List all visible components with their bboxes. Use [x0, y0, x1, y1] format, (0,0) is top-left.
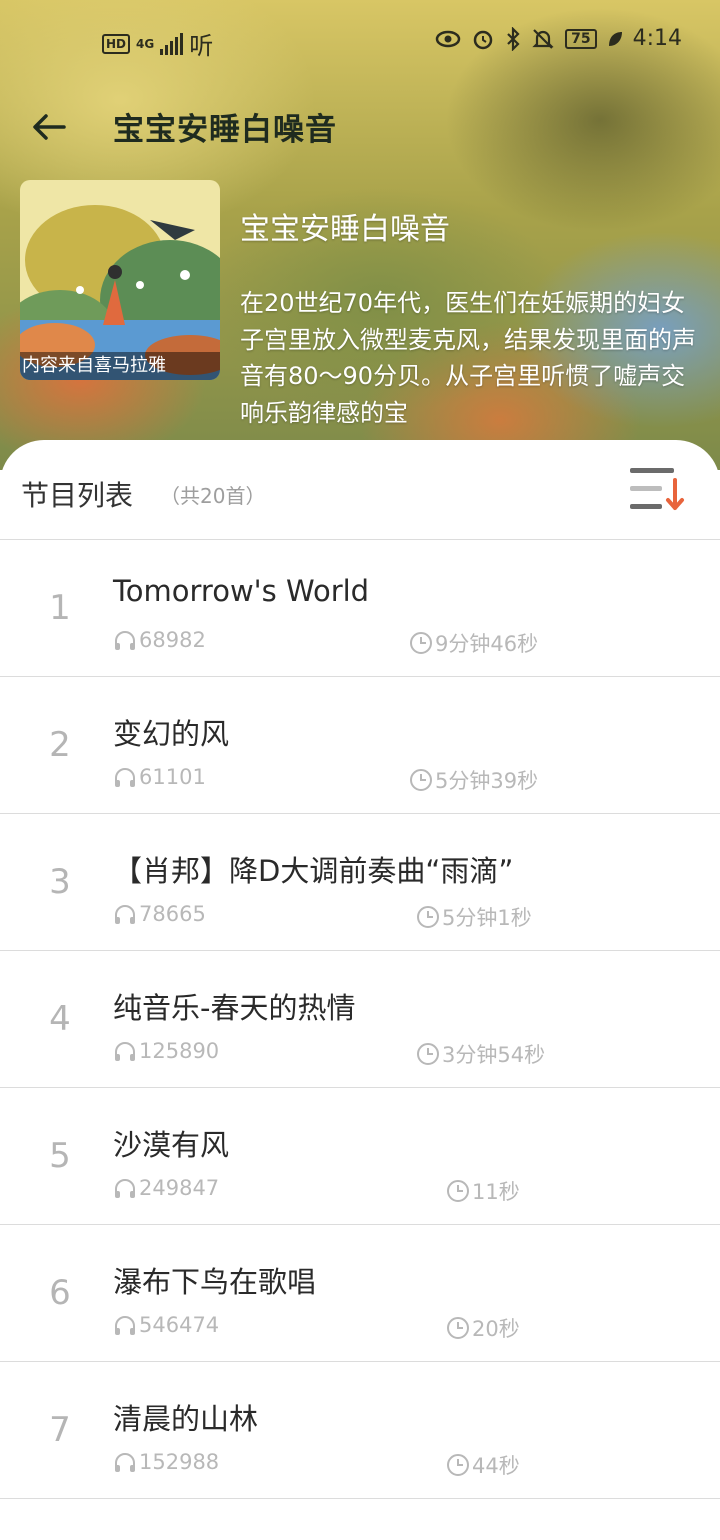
headphones-icon — [115, 1179, 135, 1198]
sort-order-icon[interactable] — [628, 464, 688, 516]
headphones-icon — [115, 905, 135, 924]
clock-icon — [417, 906, 439, 928]
track-title: 变幻的风 — [113, 717, 230, 751]
track-duration: 20秒 — [446, 1313, 520, 1343]
track-title: 纯音乐-春天的热情 — [113, 991, 356, 1025]
hd-badge: HD — [102, 33, 131, 54]
clock-icon — [417, 1043, 439, 1065]
track-row[interactable]: 1 Tomorrow's World 68982 9分钟46秒 — [0, 540, 720, 677]
play-count: 546474 — [113, 1313, 219, 1337]
mute-bell-icon — [532, 28, 554, 49]
track-number: 6 — [49, 1273, 71, 1313]
track-title: 沙漠有风 — [113, 1128, 230, 1162]
track-duration: 11秒 — [446, 1176, 520, 1206]
headphones-icon — [115, 1453, 135, 1472]
headphones-icon — [115, 631, 135, 650]
track-duration: 9分钟46秒 — [409, 628, 538, 658]
alarm-icon — [473, 30, 493, 49]
play-count: 125890 — [113, 1039, 219, 1063]
network-label: 4G — [136, 36, 155, 51]
play-count: 61101 — [113, 765, 206, 789]
eye-icon — [435, 30, 461, 47]
app-tag: 听 — [189, 32, 214, 60]
album-cover[interactable]: 内容来自喜马拉雅 — [20, 180, 220, 380]
clock-time: 4:14 — [632, 26, 682, 51]
duration-value: 5分钟1秒 — [442, 906, 532, 930]
clock-icon — [410, 769, 432, 791]
track-row[interactable]: 6 瀑布下鸟在歌唱 546474 20秒 — [0, 1225, 720, 1362]
track-list-title: 节目列表 — [21, 479, 134, 512]
headphones-icon — [115, 768, 135, 787]
track-title: 清晨的山林 — [113, 1402, 259, 1436]
cover-caption: 内容来自喜马拉雅 — [20, 352, 220, 380]
cover-illustration — [20, 180, 220, 380]
duration-value: 44秒 — [472, 1454, 520, 1478]
track-number: 3 — [49, 862, 71, 902]
duration-value: 9分钟46秒 — [435, 632, 539, 656]
track-row[interactable]: 3 【肖邦】降D大调前奏曲“雨滴” 78665 5分钟1秒 — [0, 814, 720, 951]
nav-bar: 宝宝安睡白噪音 — [0, 92, 720, 162]
track-title: 瀑布下鸟在歌唱 — [113, 1265, 317, 1299]
battery-indicator: 75 — [565, 28, 597, 49]
leaf-icon — [608, 31, 622, 46]
headphones-icon — [115, 1042, 135, 1061]
track-list-header: 节目列表 （共20首） — [0, 440, 720, 540]
clock-icon — [410, 632, 432, 654]
play-count-value: 125890 — [139, 1039, 220, 1063]
duration-value: 5分钟39秒 — [435, 769, 539, 793]
play-count: 152988 — [113, 1450, 219, 1474]
album-title: 宝宝安睡白噪音 — [240, 212, 450, 247]
signal-icon — [160, 32, 184, 55]
track-row[interactable]: 4 纯音乐-春天的热情 125890 3分钟54秒 — [0, 951, 720, 1088]
play-count-value: 61101 — [139, 765, 206, 789]
track-duration: 3分钟54秒 — [416, 1039, 545, 1069]
track-list-panel: 节目列表 （共20首） 1 Tomorrow's World 68982 9分钟… — [0, 440, 720, 1540]
play-count-value: 546474 — [139, 1313, 220, 1337]
track-row[interactable]: 2 变幻的风 61101 5分钟39秒 — [0, 677, 720, 814]
album-description[interactable]: 在20世纪70年代，医生们在妊娠期的妇女子宫里放入微型麦克风，结果发现里面的声音… — [240, 285, 700, 430]
page-title: 宝宝安睡白噪音 — [113, 112, 337, 148]
track-row[interactable]: 5 沙漠有风 249847 11秒 — [0, 1088, 720, 1225]
headphones-icon — [115, 1316, 135, 1335]
track-number: 5 — [49, 1136, 71, 1176]
play-count-value: 152988 — [139, 1450, 220, 1474]
duration-value: 20秒 — [472, 1317, 520, 1341]
back-arrow-icon[interactable] — [30, 108, 68, 146]
track-number: 1 — [49, 588, 71, 628]
track-title: Tomorrow's World — [113, 574, 370, 608]
status-right: 75 4:14 — [435, 26, 682, 51]
track-row[interactable]: 7 清晨的山林 152988 44秒 — [0, 1362, 720, 1499]
track-duration: 5分钟39秒 — [409, 765, 538, 795]
track-duration: 5分钟1秒 — [416, 902, 532, 932]
play-count-value: 68982 — [139, 628, 206, 652]
status-bar: HD 4G 听 75 4:14 — [0, 0, 720, 84]
track-number: 7 — [49, 1410, 71, 1450]
duration-value: 11秒 — [472, 1180, 520, 1204]
status-left: HD 4G 听 — [102, 26, 213, 61]
play-count: 68982 — [113, 628, 206, 652]
play-count-value: 78665 — [139, 902, 206, 926]
play-count: 249847 — [113, 1176, 219, 1200]
track-number: 2 — [49, 725, 71, 765]
track-duration: 44秒 — [446, 1450, 520, 1480]
play-count: 78665 — [113, 902, 206, 926]
clock-icon — [447, 1317, 469, 1339]
track-title: 【肖邦】降D大调前奏曲“雨滴” — [113, 854, 514, 888]
track-count: （共20首） — [160, 484, 266, 508]
duration-value: 3分钟54秒 — [442, 1043, 546, 1067]
bluetooth-icon — [507, 26, 520, 51]
clock-icon — [447, 1180, 469, 1202]
track-number: 4 — [49, 999, 71, 1039]
clock-icon — [447, 1454, 469, 1476]
screen: HD 4G 听 75 4:14 宝宝安睡白噪音 内容来自喜马拉雅 宝宝安睡白噪音… — [0, 0, 720, 1540]
play-count-value: 249847 — [139, 1176, 220, 1200]
